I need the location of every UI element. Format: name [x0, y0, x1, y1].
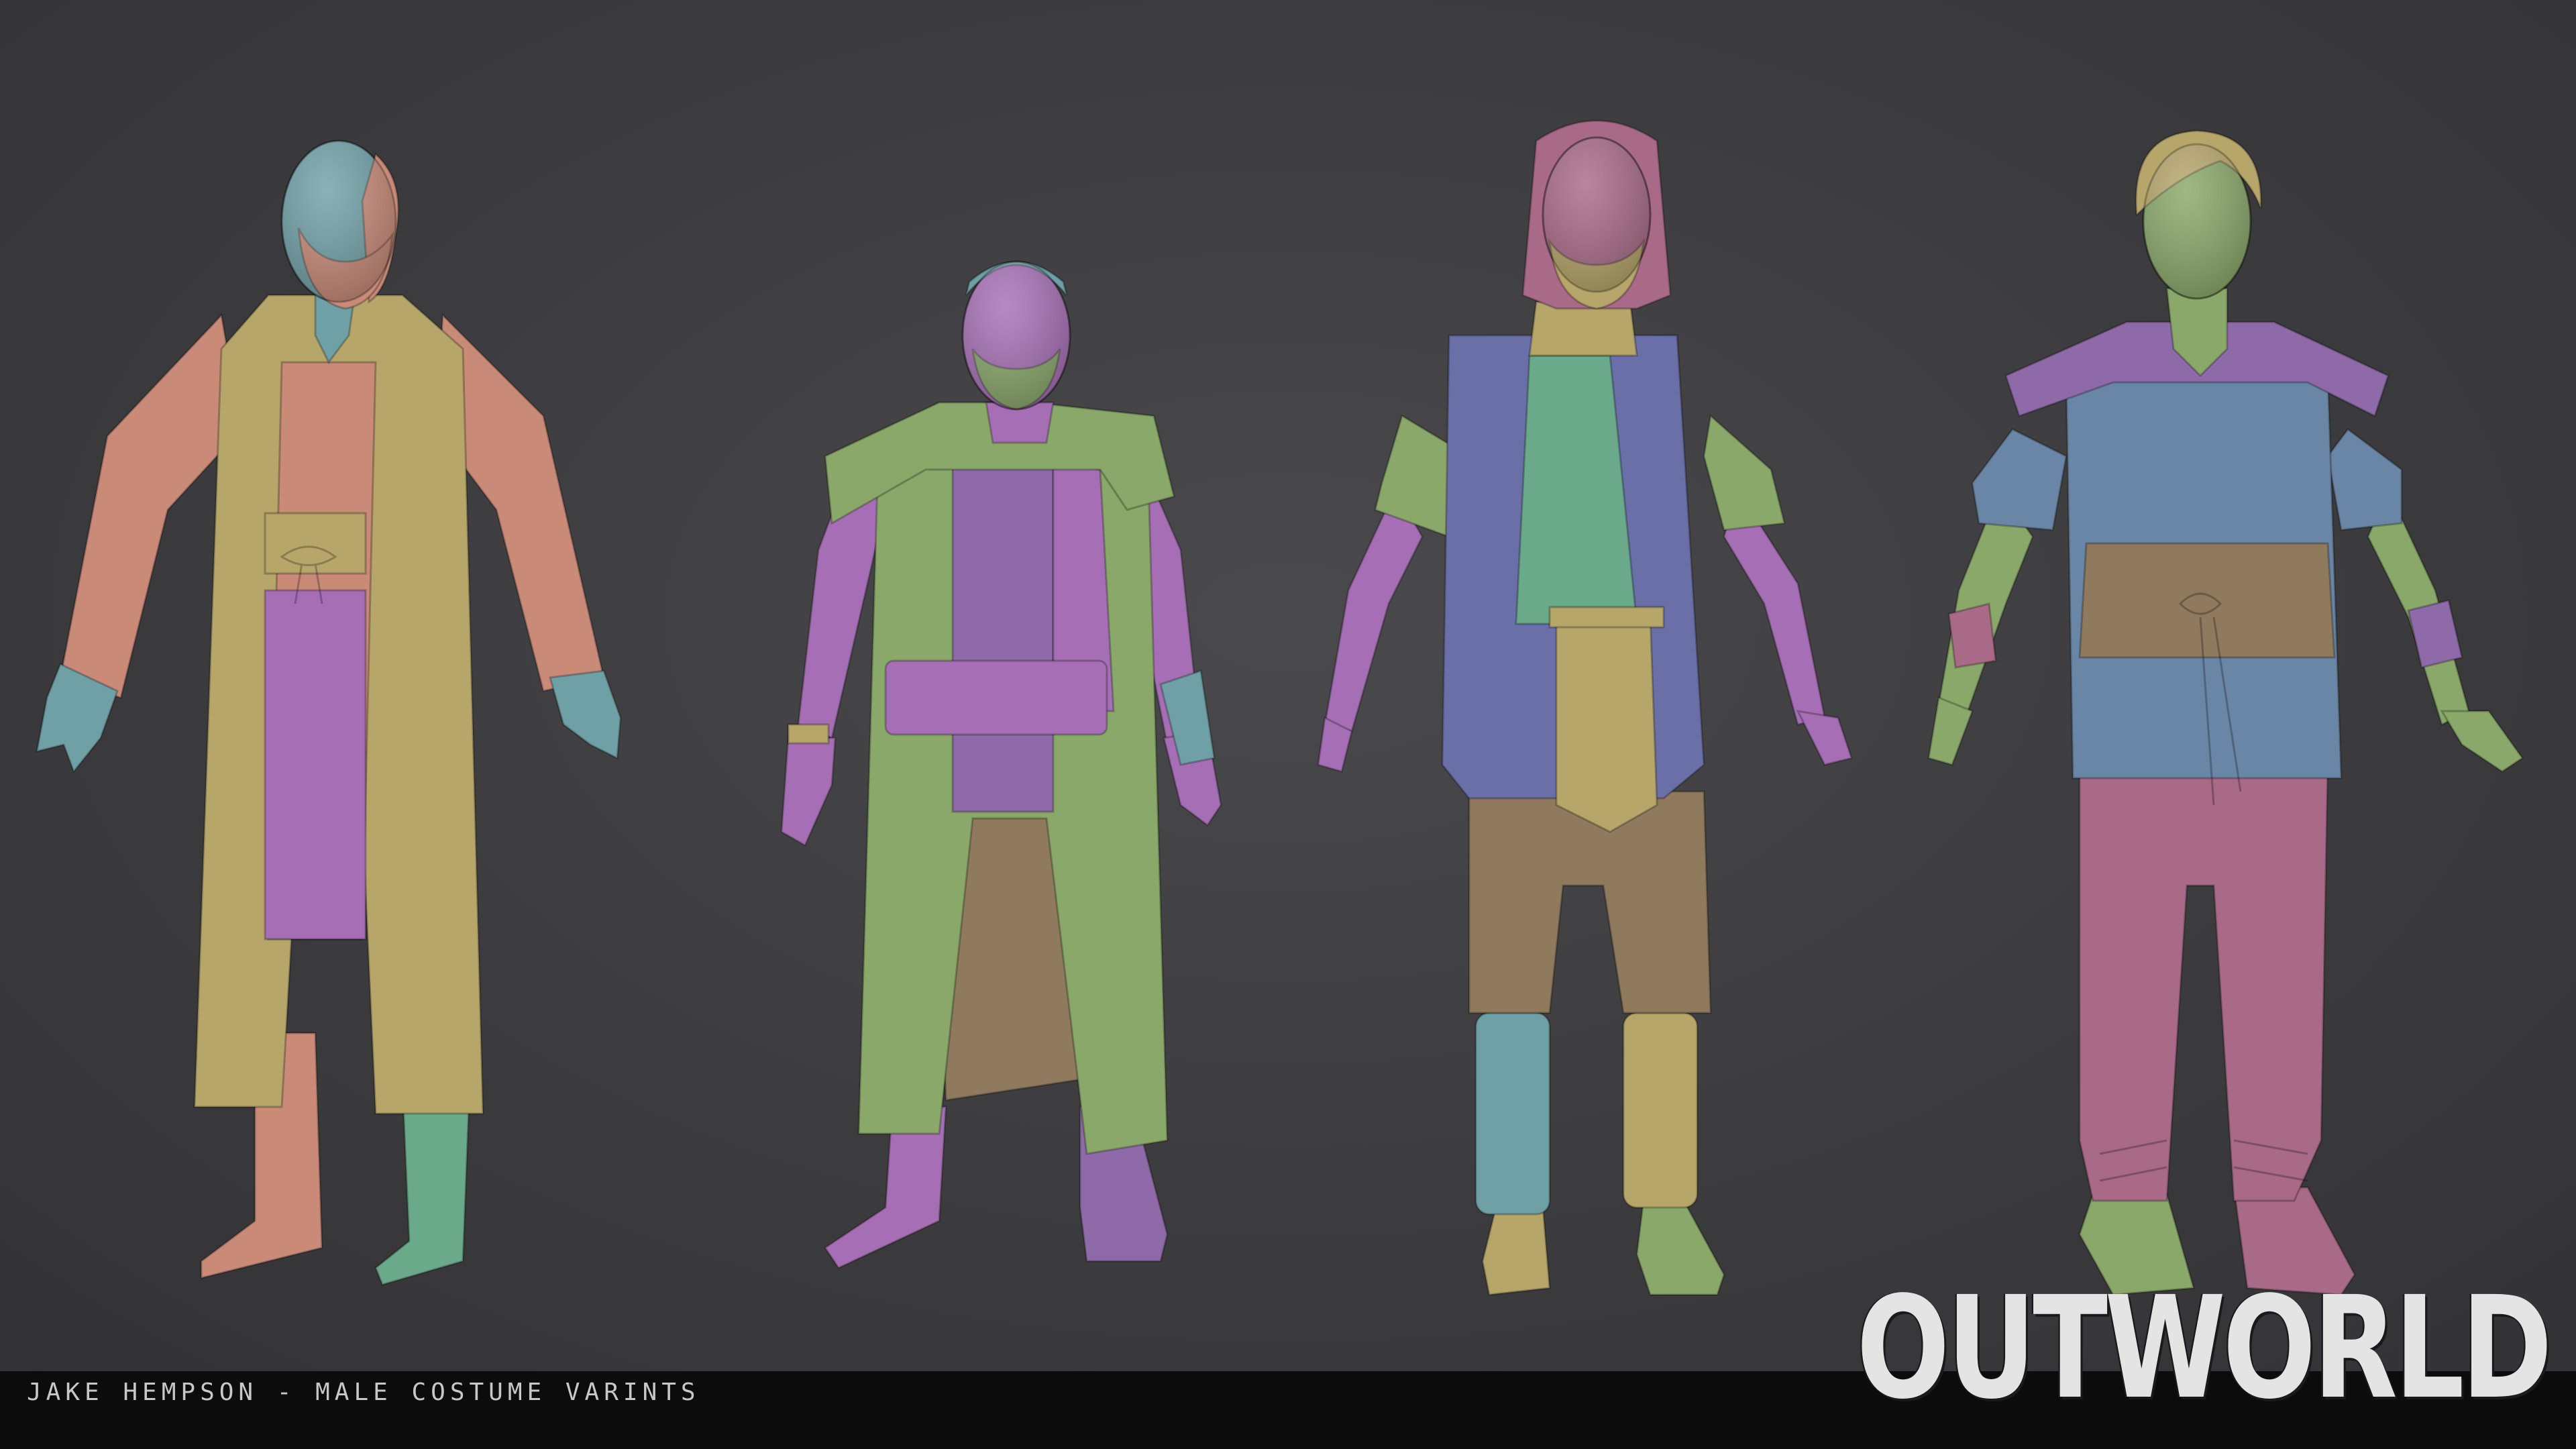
figure-4-young-caped — [1927, 129, 2524, 1296]
figure-1-robed-elder — [36, 140, 622, 1286]
figure-3-hooded-traveler — [1317, 119, 1853, 1296]
costume-figures — [36, 119, 2524, 1296]
artist-caption: JAKE HEMPSON - MALE COSTUME VARINTS — [27, 1379, 700, 1406]
outworld-logo: OUTWORLD — [1856, 1266, 2553, 1430]
figure-2-stout-tunic — [780, 260, 1222, 1269]
render-canvas — [0, 0, 2576, 1371]
